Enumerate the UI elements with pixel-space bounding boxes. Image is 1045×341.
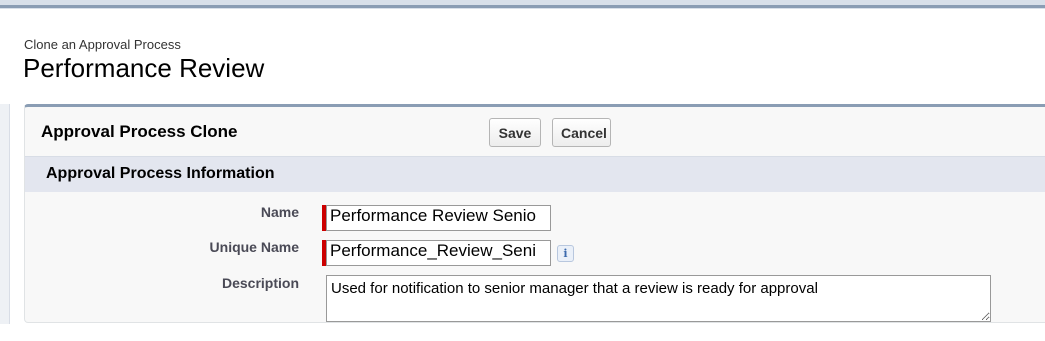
section-header: Approval Process Information (25, 156, 1045, 192)
section-title: Approval Process Information (46, 165, 275, 182)
cancel-button[interactable]: Cancel (552, 118, 611, 147)
clone-panel: Approval Process Clone Save Cancel Appro… (24, 104, 1045, 323)
info-icon[interactable]: i (557, 245, 574, 262)
page-title: Performance Review (23, 53, 265, 83)
left-rail (0, 104, 10, 324)
page-subtitle: Clone an Approval Process (24, 37, 181, 52)
name-field[interactable]: Performance Review Senio (326, 205, 551, 231)
unique-name-field[interactable]: Performance_Review_Seni (326, 240, 551, 266)
top-bar-line (0, 5, 1045, 8)
name-label: Name (260, 204, 299, 220)
description-field[interactable]: Used for notification to senior manager … (326, 275, 991, 322)
save-button[interactable]: Save (489, 118, 541, 147)
panel-title: Approval Process Clone (41, 122, 238, 141)
unique-name-label: Unique Name (209, 239, 299, 255)
top-bar (0, 0, 1045, 9)
description-label: Description (221, 275, 299, 291)
